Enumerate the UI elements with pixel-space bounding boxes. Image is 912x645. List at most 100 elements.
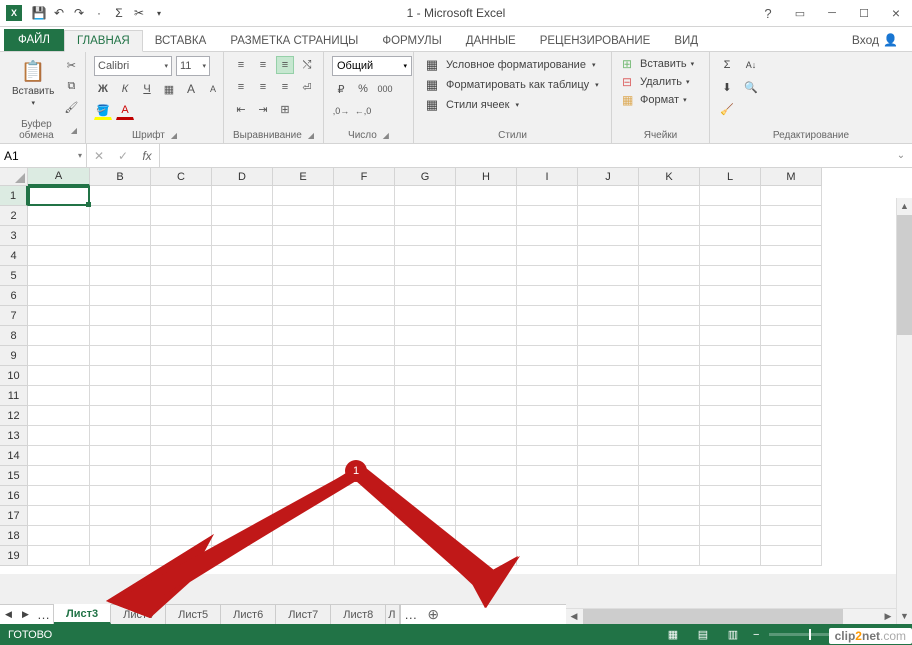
undo-icon[interactable]: ↶	[50, 4, 68, 22]
cell[interactable]	[517, 266, 578, 286]
cell[interactable]	[700, 266, 761, 286]
increase-indent-button[interactable]: ⇥	[254, 100, 272, 118]
cell[interactable]	[273, 526, 334, 546]
cell[interactable]	[395, 386, 456, 406]
align-left-button[interactable]: ≡	[232, 78, 250, 96]
cell[interactable]	[395, 246, 456, 266]
cell[interactable]	[334, 546, 395, 566]
cell[interactable]	[90, 306, 151, 326]
column-header[interactable]: H	[456, 168, 517, 186]
active-cell[interactable]	[28, 186, 90, 206]
cell[interactable]	[517, 506, 578, 526]
cell[interactable]	[28, 466, 90, 486]
cell[interactable]	[456, 466, 517, 486]
row-header[interactable]: 3	[0, 226, 28, 246]
cell[interactable]	[456, 286, 517, 306]
column-header[interactable]: K	[639, 168, 700, 186]
cell[interactable]	[517, 226, 578, 246]
cell[interactable]	[212, 406, 273, 426]
cell[interactable]	[456, 506, 517, 526]
cell[interactable]	[395, 226, 456, 246]
comma-button[interactable]: 000	[376, 80, 394, 98]
cell[interactable]	[334, 286, 395, 306]
increase-decimal-button[interactable]: ,0→	[332, 102, 350, 120]
tab-insert[interactable]: ВСТАВКА	[143, 31, 219, 51]
cell[interactable]	[761, 226, 822, 246]
cell[interactable]	[639, 226, 700, 246]
cell[interactable]	[639, 246, 700, 266]
cell[interactable]	[517, 486, 578, 506]
cell[interactable]	[700, 526, 761, 546]
cell[interactable]	[700, 466, 761, 486]
cell[interactable]	[578, 366, 639, 386]
cell[interactable]	[334, 426, 395, 446]
cell[interactable]	[395, 266, 456, 286]
cell[interactable]	[28, 446, 90, 466]
cell[interactable]	[517, 366, 578, 386]
cell[interactable]	[578, 406, 639, 426]
cell[interactable]	[456, 326, 517, 346]
row-header[interactable]: 5	[0, 266, 28, 286]
cell[interactable]	[273, 486, 334, 506]
cell[interactable]	[700, 346, 761, 366]
cell[interactable]	[639, 466, 700, 486]
cell[interactable]	[456, 526, 517, 546]
cell[interactable]	[761, 546, 822, 566]
cell[interactable]	[28, 486, 90, 506]
cell[interactable]	[90, 226, 151, 246]
row-header[interactable]: 8	[0, 326, 28, 346]
format-painter-button[interactable]: 🖌	[62, 98, 80, 116]
row-header[interactable]: 2	[0, 206, 28, 226]
signin-button[interactable]: Вход👤	[846, 29, 904, 51]
cell[interactable]	[334, 506, 395, 526]
cut-button[interactable]: ✂	[62, 56, 80, 74]
cell[interactable]	[700, 366, 761, 386]
ribbon-options-icon[interactable]: ▭	[784, 0, 816, 26]
cell[interactable]	[151, 226, 212, 246]
sheet-tab[interactable]: Л	[386, 605, 400, 624]
cell[interactable]	[517, 546, 578, 566]
enter-formula-icon[interactable]: ✓	[111, 144, 135, 167]
column-header[interactable]: D	[212, 168, 273, 186]
row-header[interactable]: 4	[0, 246, 28, 266]
merge-button[interactable]: ⊞	[276, 100, 294, 118]
sheet-nav-more-right[interactable]: …	[400, 605, 420, 624]
cell[interactable]	[212, 506, 273, 526]
font-color-button[interactable]: A	[116, 102, 134, 120]
cell[interactable]	[273, 446, 334, 466]
cell[interactable]	[28, 346, 90, 366]
cell[interactable]	[578, 486, 639, 506]
cell[interactable]	[334, 406, 395, 426]
cell[interactable]	[334, 226, 395, 246]
shrink-font-button[interactable]: A	[204, 80, 222, 98]
cell[interactable]	[273, 346, 334, 366]
cell[interactable]	[151, 386, 212, 406]
cell[interactable]	[395, 526, 456, 546]
scroll-right-button[interactable]: ▶	[880, 609, 896, 624]
cell[interactable]	[151, 346, 212, 366]
cell[interactable]	[28, 206, 90, 226]
cell[interactable]	[639, 346, 700, 366]
cell[interactable]	[700, 226, 761, 246]
cell[interactable]	[639, 386, 700, 406]
cell[interactable]	[578, 306, 639, 326]
cell[interactable]	[334, 486, 395, 506]
find-button[interactable]: 🔍	[742, 78, 760, 96]
cell[interactable]	[517, 306, 578, 326]
row-header[interactable]: 11	[0, 386, 28, 406]
italic-button[interactable]: К	[116, 80, 134, 98]
formula-expand-icon[interactable]: ⌄	[890, 150, 912, 161]
cell[interactable]	[517, 406, 578, 426]
cell[interactable]	[517, 386, 578, 406]
cell[interactable]	[578, 546, 639, 566]
cell[interactable]	[90, 386, 151, 406]
cell[interactable]	[151, 506, 212, 526]
cell[interactable]	[761, 466, 822, 486]
cell[interactable]	[456, 546, 517, 566]
cell[interactable]	[456, 486, 517, 506]
cell[interactable]	[151, 286, 212, 306]
close-button[interactable]: ×	[880, 0, 912, 26]
tab-home[interactable]: ГЛАВНАЯ	[64, 30, 143, 52]
cell[interactable]	[28, 506, 90, 526]
row-header[interactable]: 19	[0, 546, 28, 566]
